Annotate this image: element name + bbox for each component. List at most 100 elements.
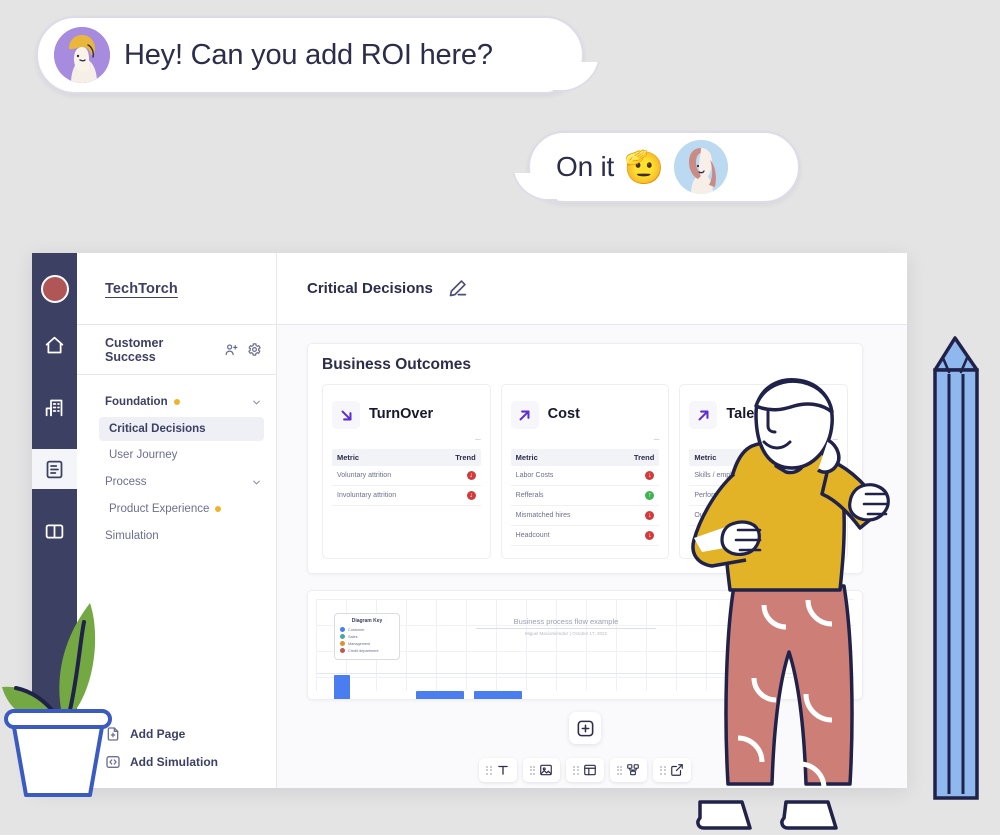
legend-color-swatch <box>340 634 345 639</box>
trend-down-icon: ↓ <box>645 511 655 520</box>
outcome-card-talent-quality[interactable]: Talent Quality – Metric Trend Skills / e… <box>679 384 849 559</box>
file-plus-icon <box>105 726 121 742</box>
outcome-cards: TurnOver – Metric Trend Voluntary attrit… <box>322 384 849 559</box>
add-page-label: Add Page <box>130 727 186 741</box>
app-window: TechTorch Customer Success Foundation Cr… <box>32 253 907 788</box>
add-page-button[interactable]: Add Page <box>105 726 276 742</box>
tree-item-label: Critical Decisions <box>109 423 206 435</box>
outcome-card-cost[interactable]: Cost – Metric Trend Labor Costs ↓ Reffer… <box>500 384 670 559</box>
table-row[interactable]: Skills / employee ↑ <box>689 466 839 486</box>
add-member-icon[interactable] <box>224 342 239 357</box>
card-header: TurnOver <box>332 395 481 435</box>
code-brackets-icon <box>105 754 121 770</box>
sidebar-footer: Add Page Add Simulation <box>77 726 276 788</box>
table-row[interactable]: Headcount ↓ <box>510 526 660 546</box>
canvas-body: Business Outcomes TurnOver – Metric Tren… <box>277 325 907 788</box>
page-tree: Foundation Critical Decisions User Journ… <box>77 375 276 726</box>
chevron-down-icon[interactable] <box>251 477 262 488</box>
table-row[interactable]: Involuntary attrition ↓ <box>332 486 481 506</box>
blonde-person-avatar <box>54 27 110 83</box>
column-trend: Trend <box>812 453 834 462</box>
arrow-down-right-icon <box>332 401 360 429</box>
table-row[interactable]: Voluntary attrition ↓ <box>332 466 481 486</box>
outcome-card-turnover[interactable]: TurnOver – Metric Trend Voluntary attrit… <box>322 384 491 559</box>
tree-group-label: Simulation <box>105 530 159 542</box>
legend-item: Management <box>340 641 394 646</box>
diagram-shape <box>416 691 464 699</box>
tree-group-foundation[interactable]: Foundation <box>77 389 276 415</box>
column-trend: Trend <box>455 453 476 462</box>
drag-handle-icon[interactable] <box>616 765 623 775</box>
table-row[interactable]: Output <box>689 506 839 526</box>
document-canvas: Critical Decisions Business Outcomes Tur… <box>277 253 907 788</box>
tool-diagram[interactable] <box>609 758 648 782</box>
settings-gear-icon[interactable] <box>247 342 262 357</box>
card-collapse-handle[interactable]: – <box>332 435 481 446</box>
metrics-table: Metric Trend Labor Costs ↓ Refferals ↑ M… <box>510 449 660 546</box>
legend-label: Management <box>348 641 371 646</box>
chat-message-text: On it <box>556 151 615 182</box>
tool-image[interactable] <box>522 758 561 782</box>
legend-item: Credit department <box>340 648 394 653</box>
legend-color-swatch <box>340 648 345 653</box>
add-simulation-label: Add Simulation <box>130 755 218 769</box>
legend-item: Customer <box>340 627 394 632</box>
column-trend: Trend <box>633 453 655 462</box>
diagram-title: Business process flow example <box>476 617 656 629</box>
drag-handle-icon[interactable] <box>660 765 666 775</box>
rail-item-home[interactable] <box>32 325 77 365</box>
diagram-block[interactable]: Diagram Key Customer Sales Management Cr… <box>307 590 863 700</box>
metric-label: Refferals <box>515 492 544 499</box>
legend-title: Diagram Key <box>351 618 383 624</box>
add-simulation-button[interactable]: Add Simulation <box>105 754 276 770</box>
nav-rail <box>32 253 77 788</box>
app-logo[interactable] <box>40 275 69 303</box>
tool-table[interactable] <box>566 758 604 782</box>
brand-link[interactable]: TechTorch <box>105 281 178 297</box>
table-row[interactable]: Mismatched hires ↓ <box>510 506 660 526</box>
tool-embed[interactable] <box>653 758 691 782</box>
chat-message-text: Hey! Can you add ROI here? <box>124 38 493 71</box>
card-collapse-handle[interactable]: – <box>511 435 660 446</box>
page-title: Critical Decisions <box>307 280 433 297</box>
tree-group-label: Process <box>105 476 147 488</box>
tree-group-label: Foundation <box>105 396 168 408</box>
trend-down-icon: ↓ <box>645 531 655 540</box>
metric-label: Output <box>694 512 716 519</box>
metric-label: Headcount <box>515 532 550 539</box>
pencil-edit-icon[interactable] <box>447 278 468 299</box>
table-row[interactable]: Refferals ↑ <box>510 486 660 506</box>
card-header: Cost <box>510 395 660 435</box>
table-header: Metric Trend <box>689 449 839 466</box>
bubble-tail <box>552 62 600 92</box>
column-metric: Metric <box>337 453 360 462</box>
add-block-button[interactable] <box>569 712 601 744</box>
rail-item-organization[interactable] <box>32 387 77 427</box>
page-stage: Hey! Can you add ROI here? On it 🫡 TechT… <box>0 0 1000 835</box>
diagram-divider <box>316 673 854 674</box>
sidebar-item-product-experience[interactable]: Product Experience <box>99 497 264 521</box>
legend-item: Sales <box>340 634 394 639</box>
column-metric: Metric <box>694 453 717 462</box>
drag-handle-icon[interactable] <box>486 765 492 775</box>
tree-group-process[interactable]: Process <box>77 469 276 495</box>
drag-handle-icon[interactable] <box>529 765 536 775</box>
table-row[interactable]: Performance reviews <box>689 486 839 506</box>
chevron-down-icon[interactable] <box>251 397 262 408</box>
table-row[interactable]: Labor Costs ↓ <box>510 466 660 486</box>
rail-item-library[interactable] <box>32 511 77 551</box>
rail-item-documents[interactable] <box>32 449 77 489</box>
metric-label: Mismatched hires <box>515 512 571 519</box>
tool-text[interactable] <box>479 758 517 782</box>
card-collapse-handle[interactable]: – <box>689 435 838 446</box>
diagram-shape <box>474 691 522 699</box>
sidebar-item-user-journey[interactable]: User Journey <box>99 443 264 467</box>
drag-handle-icon[interactable] <box>573 765 579 775</box>
add-block-wrap <box>307 712 863 744</box>
tree-group-simulation[interactable]: Simulation <box>77 523 276 549</box>
card-title: Talent Quality <box>726 406 822 423</box>
block-toolbar <box>307 758 863 782</box>
chat-bubble-outgoing: On it 🫡 <box>512 131 800 203</box>
business-outcomes-block[interactable]: Business Outcomes TurnOver – Metric Tren… <box>307 343 863 574</box>
sidebar-item-critical-decisions[interactable]: Critical Decisions <box>99 417 264 441</box>
